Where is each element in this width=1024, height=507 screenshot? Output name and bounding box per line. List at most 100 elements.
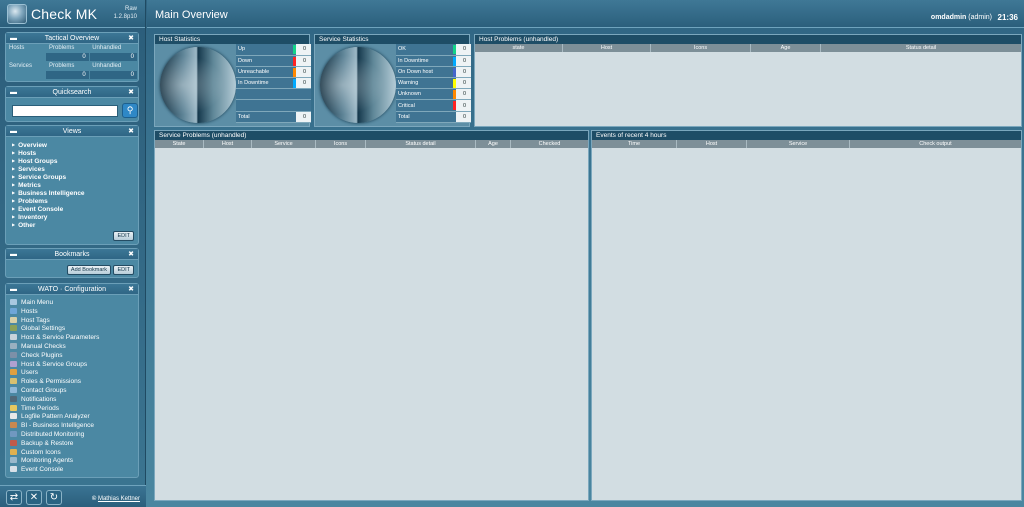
views-item-metrics[interactable]: Metrics bbox=[12, 181, 132, 189]
column-header-icons[interactable]: Icons bbox=[316, 140, 366, 148]
views-item-service-groups[interactable]: Service Groups bbox=[12, 173, 132, 181]
views-edit-button[interactable]: EDIT bbox=[113, 231, 134, 241]
stat-count[interactable]: 0 bbox=[453, 99, 471, 112]
author-link[interactable]: Mathias Kettner bbox=[98, 496, 140, 502]
views-item-problems[interactable]: Problems bbox=[12, 197, 132, 205]
stat-count[interactable]: 0 bbox=[453, 88, 471, 101]
tactical-hosts-problems[interactable]: 0 bbox=[45, 52, 90, 62]
column-header-icons[interactable]: Icons bbox=[651, 44, 751, 52]
wato-item-monitoring-agents[interactable]: Monitoring Agents bbox=[10, 457, 134, 466]
stat-count[interactable]: 0 bbox=[293, 77, 311, 90]
stat-label[interactable]: OK bbox=[396, 44, 456, 56]
column-header-host[interactable]: Host bbox=[204, 140, 252, 148]
wato-item-distributed-monitoring[interactable]: Distributed Monitoring bbox=[10, 430, 134, 440]
stat-label[interactable]: Total bbox=[236, 111, 296, 123]
minimize-icon[interactable]: ▬ bbox=[10, 126, 17, 137]
column-header-time[interactable]: Time bbox=[592, 140, 677, 148]
column-header-checked[interactable]: Checked bbox=[511, 140, 588, 148]
logout-icon[interactable]: ↻ bbox=[46, 490, 62, 505]
stat-label[interactable]: Total bbox=[396, 111, 456, 123]
wato-item-main-menu[interactable]: Main Menu bbox=[10, 299, 134, 308]
wato-item-custom-icons[interactable]: Custom Icons bbox=[10, 448, 134, 458]
close-icon[interactable]: ✖ bbox=[128, 126, 134, 137]
column-header-state[interactable]: state bbox=[475, 44, 563, 52]
stat-label[interactable]: Critical bbox=[396, 99, 456, 112]
minimize-icon[interactable]: ▬ bbox=[10, 249, 17, 260]
wato-item-logfile-pattern-analyzer[interactable]: Logfile Pattern Analyzer bbox=[10, 413, 134, 422]
stat-label[interactable]: Up bbox=[236, 44, 296, 56]
stat-count[interactable]: 0 bbox=[456, 111, 471, 123]
add-snapin-icon[interactable]: ⇄ bbox=[6, 490, 22, 505]
wato-item-users[interactable]: Users bbox=[10, 369, 134, 378]
tactical-hosts-unhandled[interactable]: 0 bbox=[88, 52, 139, 62]
views-item-services[interactable]: Services bbox=[12, 165, 132, 173]
stat-label[interactable]: Unreachable bbox=[236, 66, 296, 79]
add-bookmark-button[interactable]: Add Bookmark bbox=[66, 265, 111, 275]
column-header-service[interactable]: Service bbox=[747, 140, 850, 148]
views-item-inventory[interactable]: Inventory bbox=[12, 213, 132, 221]
stat-count[interactable]: 0 bbox=[293, 66, 311, 79]
close-icon[interactable]: ✖ bbox=[128, 284, 134, 295]
close-icon[interactable]: ✖ bbox=[128, 33, 134, 44]
wato-item-notifications[interactable]: Notifications bbox=[10, 395, 134, 405]
stat-count[interactable]: 0 bbox=[453, 66, 471, 79]
stat-count[interactable]: 0 bbox=[453, 55, 471, 67]
app-logo-text[interactable]: Check MK bbox=[31, 6, 97, 22]
stat-label[interactable]: Unknown bbox=[396, 88, 456, 101]
column-header-service[interactable]: Service bbox=[252, 140, 316, 148]
stat-label[interactable]: In Downtime bbox=[396, 55, 456, 67]
stat-count[interactable]: 0 bbox=[293, 55, 311, 67]
snapin-title-bar[interactable]: ▬ Tactical Overview ✖ bbox=[6, 33, 138, 44]
stat-label[interactable]: Down bbox=[236, 55, 296, 67]
stat-count[interactable]: 0 bbox=[453, 44, 471, 56]
wato-item-event-console[interactable]: Event Console bbox=[10, 466, 134, 475]
tools-icon[interactable]: ✕ bbox=[26, 490, 42, 505]
host-globe-chart[interactable] bbox=[160, 47, 236, 123]
bookmarks-edit-button[interactable]: EDIT bbox=[113, 265, 134, 275]
column-header-host[interactable]: Host bbox=[563, 44, 651, 52]
wato-item-host-tags[interactable]: Host Tags bbox=[10, 316, 134, 326]
views-item-overview[interactable]: Overview bbox=[12, 141, 132, 149]
wato-item-host-service-groups[interactable]: Host & Service Groups bbox=[10, 360, 134, 370]
wato-item-backup-restore[interactable]: Backup & Restore bbox=[10, 439, 134, 449]
stat-count[interactable]: 0 bbox=[453, 77, 471, 90]
column-header-host[interactable]: Host bbox=[677, 140, 747, 148]
service-globe-chart[interactable] bbox=[320, 47, 396, 123]
wato-item-time-periods[interactable]: Time Periods bbox=[10, 404, 134, 414]
column-header-check-output[interactable]: Check output bbox=[850, 140, 1021, 148]
column-header-status-detail[interactable]: Status detail bbox=[366, 140, 476, 148]
wato-item-roles-permissions[interactable]: Roles & Permissions bbox=[10, 378, 134, 387]
stat-label[interactable]: In Downtime bbox=[236, 77, 296, 90]
snapin-title-bar[interactable]: ▬ WATO · Configuration ✖ bbox=[6, 284, 138, 295]
column-header-age[interactable]: Age bbox=[476, 140, 511, 148]
wato-item-hosts[interactable]: Hosts bbox=[10, 307, 134, 317]
views-item-other[interactable]: Other bbox=[12, 221, 132, 229]
close-icon[interactable]: ✖ bbox=[128, 249, 134, 260]
column-header-age[interactable]: Age bbox=[751, 44, 821, 52]
views-item-event-console[interactable]: Event Console bbox=[12, 205, 132, 213]
wato-item-bi[interactable]: BI - Business Intelligence bbox=[10, 422, 134, 431]
snapin-title-bar[interactable]: ▬ Quicksearch ✖ bbox=[6, 87, 138, 98]
wato-item-manual-checks[interactable]: Manual Checks bbox=[10, 342, 134, 352]
minimize-icon[interactable]: ▬ bbox=[10, 33, 17, 44]
minimize-icon[interactable]: ▬ bbox=[10, 284, 17, 295]
search-icon[interactable]: ⚲ bbox=[122, 103, 138, 118]
minimize-icon[interactable]: ▬ bbox=[10, 87, 17, 98]
close-icon[interactable]: ✖ bbox=[128, 87, 134, 98]
wato-item-global-settings[interactable]: Global Settings bbox=[10, 325, 134, 334]
stat-count[interactable]: 0 bbox=[293, 44, 311, 56]
views-item-business-intelligence[interactable]: Business Intelligence bbox=[12, 189, 132, 197]
tactical-services-unhandled[interactable]: 0 bbox=[88, 70, 139, 80]
wato-item-contact-groups[interactable]: Contact Groups bbox=[10, 386, 134, 396]
wato-item-host-service-parameters[interactable]: Host & Service Parameters bbox=[10, 334, 134, 343]
stat-label[interactable]: Warning bbox=[396, 77, 456, 90]
snapin-title-bar[interactable]: ▬ Views ✖ bbox=[6, 126, 138, 137]
snapin-title-bar[interactable]: ▬ Bookmarks ✖ bbox=[6, 249, 138, 260]
tactical-services-problems[interactable]: 0 bbox=[45, 70, 90, 80]
checkmk-logo-icon[interactable] bbox=[7, 4, 27, 24]
views-item-host-groups[interactable]: Host Groups bbox=[12, 157, 132, 165]
wato-item-check-plugins[interactable]: Check Plugins bbox=[10, 351, 134, 361]
stat-label[interactable]: On Down host bbox=[396, 66, 456, 79]
column-header-state[interactable]: State bbox=[155, 140, 204, 148]
views-item-hosts[interactable]: Hosts bbox=[12, 149, 132, 157]
